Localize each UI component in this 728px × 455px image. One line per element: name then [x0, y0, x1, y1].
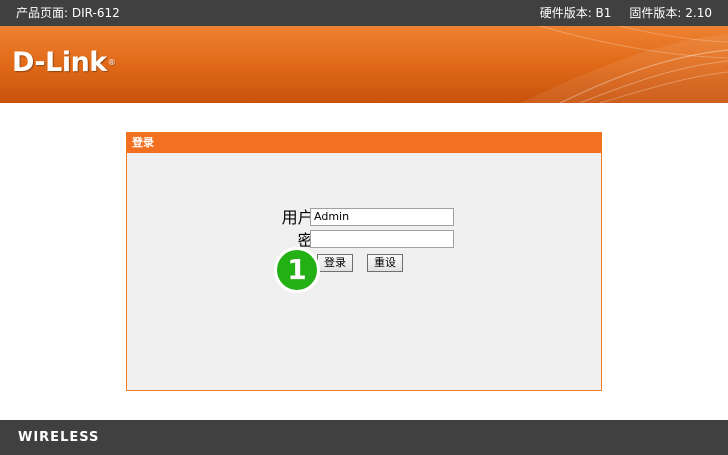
- product-page-label: 产品页面: DIR-612: [16, 6, 120, 20]
- dlink-logo: D-Link®: [12, 47, 116, 79]
- footer-bar: WIRELESS: [0, 420, 728, 455]
- top-info-bar: 产品页面: DIR-612 硬件版本: B1 固件版本: 2.10: [0, 0, 728, 26]
- wireless-label: WIRELESS: [18, 430, 100, 445]
- login-panel: 登录 用户名: 密码: 登录 重设: [126, 132, 602, 391]
- password-input[interactable]: [310, 230, 454, 248]
- registered-mark: ®: [107, 58, 116, 67]
- firmware-version-label: 固件版本: 2.10: [629, 6, 712, 20]
- logo-text: D-Link: [12, 47, 107, 78]
- step-number-badge: 1: [274, 247, 320, 293]
- hardware-version-label: 硬件版本: B1: [539, 6, 612, 20]
- login-panel-title: 登录: [127, 133, 601, 153]
- username-input[interactable]: [310, 208, 454, 226]
- brand-banner: D-Link®: [0, 26, 728, 103]
- version-info: 硬件版本: B1 固件版本: 2.10: [540, 0, 712, 26]
- login-button[interactable]: 登录: [317, 254, 353, 272]
- reset-button[interactable]: 重设: [367, 254, 403, 272]
